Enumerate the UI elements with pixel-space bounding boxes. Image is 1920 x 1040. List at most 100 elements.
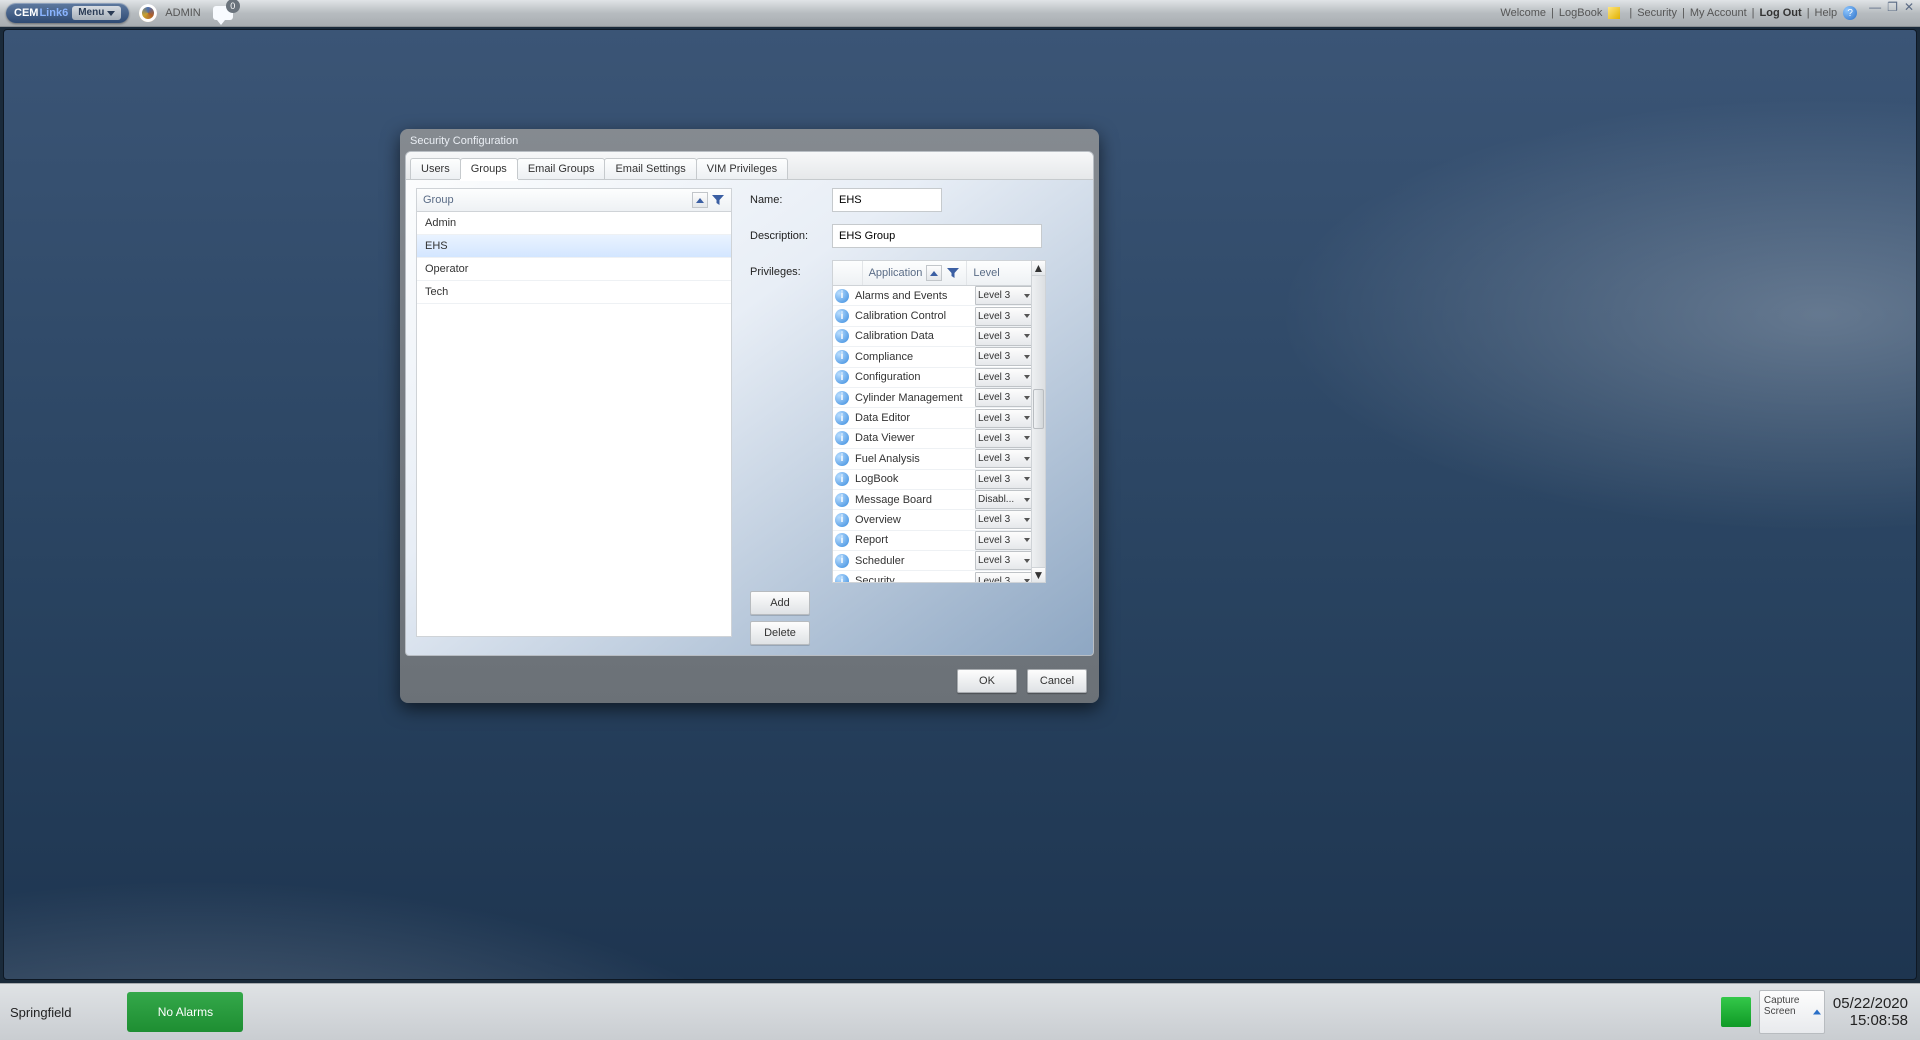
- info-icon[interactable]: i: [833, 411, 851, 425]
- level-dropdown[interactable]: Level 3: [975, 551, 1031, 570]
- link-security[interactable]: Security: [1637, 7, 1677, 19]
- privilege-app: Cylinder Management: [851, 392, 975, 404]
- clock: 05/22/2020 15:08:58: [1833, 995, 1908, 1029]
- link-logbook[interactable]: LogBook: [1559, 7, 1602, 19]
- chevron-down-icon: [107, 11, 115, 16]
- privilege-row: iConfigurationLevel 3: [833, 368, 1031, 388]
- info-icon[interactable]: i: [833, 533, 851, 547]
- scroll-thumb[interactable]: [1033, 389, 1044, 429]
- grid-col-application[interactable]: Application: [863, 261, 968, 285]
- scroll-down-icon[interactable]: ▼: [1032, 567, 1045, 582]
- privilege-row: iCalibration DataLevel 3: [833, 327, 1031, 347]
- level-dropdown[interactable]: Level 3: [975, 470, 1031, 489]
- group-row[interactable]: Operator: [417, 258, 731, 281]
- privilege-app: Report: [851, 534, 975, 546]
- privileges-grid: Application Level iAlarms and EventsLeve…: [832, 260, 1032, 583]
- privilege-app: Data Viewer: [851, 432, 975, 444]
- site-label: Springfield: [10, 1005, 71, 1020]
- note-icon: [1608, 7, 1620, 19]
- info-icon[interactable]: i: [833, 493, 851, 507]
- link-log-out[interactable]: Log Out: [1760, 7, 1802, 19]
- privilege-row: iCylinder ManagementLevel 3: [833, 388, 1031, 408]
- privilege-row: iData ViewerLevel 3: [833, 429, 1031, 449]
- window-minimize-icon[interactable]: —: [1869, 0, 1881, 14]
- link-help[interactable]: Help: [1815, 7, 1838, 19]
- tab-email-settings[interactable]: Email Settings: [604, 158, 696, 179]
- privileges-label: Privileges:: [750, 260, 832, 278]
- app-logo-icon: [139, 4, 157, 22]
- level-dropdown[interactable]: Level 3: [975, 449, 1031, 468]
- level-dropdown[interactable]: Level 3: [975, 429, 1031, 448]
- level-dropdown[interactable]: Level 3: [975, 307, 1031, 326]
- link-my-account[interactable]: My Account: [1690, 7, 1747, 19]
- privilege-row: iOverviewLevel 3: [833, 510, 1031, 530]
- info-icon[interactable]: i: [833, 554, 851, 568]
- sort-asc-icon[interactable]: [926, 265, 942, 281]
- grid-col-info: [833, 261, 863, 285]
- link-welcome[interactable]: Welcome: [1500, 7, 1546, 19]
- level-dropdown[interactable]: Level 3: [975, 409, 1031, 428]
- name-input[interactable]: [832, 188, 942, 212]
- group-column-header[interactable]: Group: [416, 188, 732, 212]
- ok-button[interactable]: OK: [957, 669, 1017, 693]
- info-icon[interactable]: i: [833, 431, 851, 445]
- tab-groups[interactable]: Groups: [460, 158, 518, 179]
- info-icon[interactable]: i: [833, 309, 851, 323]
- grid-col-level[interactable]: Level: [967, 261, 1031, 285]
- cancel-button[interactable]: Cancel: [1027, 669, 1087, 693]
- filter-icon[interactable]: [711, 193, 725, 207]
- window-maximize-icon[interactable]: ❐: [1887, 0, 1898, 14]
- info-icon[interactable]: i: [833, 574, 851, 582]
- window-close-icon[interactable]: ✕: [1904, 0, 1914, 14]
- level-dropdown[interactable]: Level 3: [975, 572, 1031, 582]
- messages-icon[interactable]: 0: [213, 6, 233, 20]
- level-dropdown[interactable]: Level 3: [975, 347, 1031, 366]
- group-row[interactable]: EHS: [417, 235, 731, 258]
- tab-vim-privileges[interactable]: VIM Privileges: [696, 158, 788, 179]
- description-input[interactable]: [832, 224, 1042, 248]
- sort-asc-icon[interactable]: [692, 192, 708, 208]
- privilege-app: Calibration Data: [851, 330, 975, 342]
- privilege-app: Calibration Control: [851, 310, 975, 322]
- scroll-up-icon[interactable]: ▲: [1032, 261, 1045, 276]
- add-button[interactable]: Add: [750, 591, 810, 615]
- privilege-app: Data Editor: [851, 412, 975, 424]
- level-dropdown[interactable]: Disabl...: [975, 490, 1031, 509]
- info-icon[interactable]: i: [833, 289, 851, 303]
- group-row[interactable]: Tech: [417, 281, 731, 304]
- brand-cem: CEM: [14, 7, 38, 19]
- info-icon[interactable]: i: [833, 472, 851, 486]
- info-icon[interactable]: i: [833, 391, 851, 405]
- grid-scrollbar[interactable]: ▲ ▼: [1032, 260, 1046, 583]
- privilege-app: Fuel Analysis: [851, 453, 975, 465]
- info-icon[interactable]: i: [833, 513, 851, 527]
- level-dropdown[interactable]: Level 3: [975, 531, 1031, 550]
- privilege-row: iAlarms and EventsLevel 3: [833, 286, 1031, 306]
- privilege-app: Scheduler: [851, 555, 975, 567]
- info-icon[interactable]: i: [833, 452, 851, 466]
- current-user-label: ADMIN: [165, 7, 200, 19]
- privilege-app: Overview: [851, 514, 975, 526]
- info-icon[interactable]: i: [833, 329, 851, 343]
- tab-email-groups[interactable]: Email Groups: [517, 158, 606, 179]
- delete-button[interactable]: Delete: [750, 621, 810, 645]
- level-dropdown[interactable]: Level 3: [975, 368, 1031, 387]
- chevron-up-icon: [1813, 1010, 1821, 1015]
- info-icon[interactable]: i: [833, 350, 851, 364]
- capture-screen-button[interactable]: CaptureScreen: [1759, 990, 1825, 1034]
- privilege-app: LogBook: [851, 473, 975, 485]
- level-dropdown[interactable]: Level 3: [975, 388, 1031, 407]
- info-icon[interactable]: i: [833, 370, 851, 384]
- help-icon[interactable]: ?: [1843, 6, 1857, 20]
- level-dropdown[interactable]: Level 3: [975, 510, 1031, 529]
- filter-icon[interactable]: [946, 266, 960, 280]
- date-label: 05/22/2020: [1833, 995, 1908, 1012]
- level-dropdown[interactable]: Level 3: [975, 327, 1031, 346]
- main-menu-button[interactable]: CEM Link6 Menu: [6, 3, 129, 23]
- time-label: 15:08:58: [1833, 1012, 1908, 1029]
- alarm-status[interactable]: No Alarms: [127, 992, 243, 1032]
- menu-dropdown[interactable]: Menu: [72, 6, 121, 20]
- tab-users[interactable]: Users: [410, 158, 461, 179]
- level-dropdown[interactable]: Level 3: [975, 286, 1031, 305]
- group-row[interactable]: Admin: [417, 212, 731, 235]
